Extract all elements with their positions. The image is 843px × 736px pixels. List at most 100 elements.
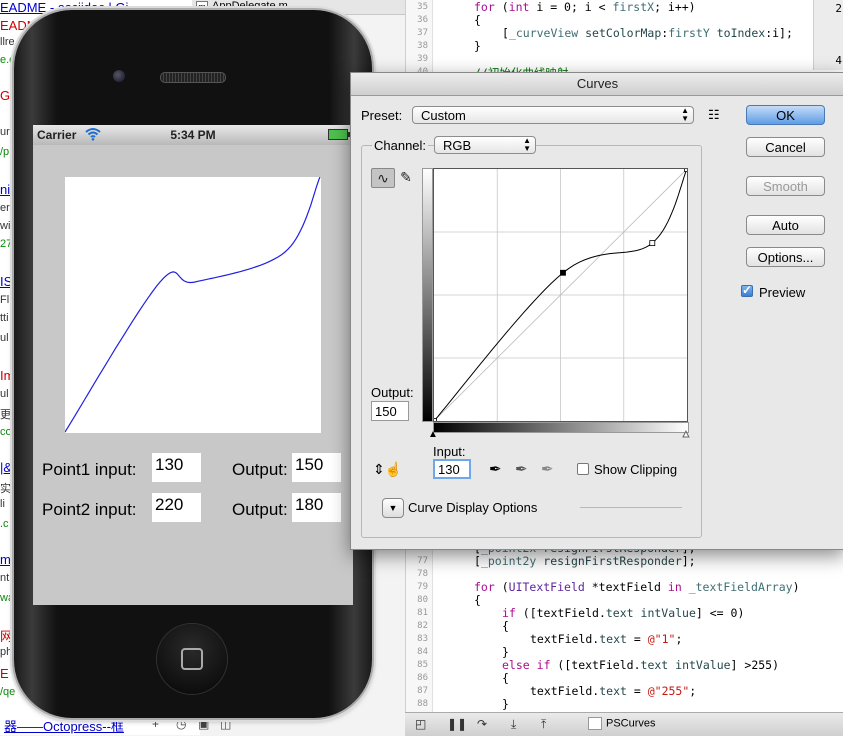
background-browser-text: /p [0, 146, 10, 158]
background-browser-text: ph [0, 646, 13, 658]
line-number: 38 [417, 41, 428, 51]
simulator-screen: Carrier 5:34 PM Point1 input: 130 Output… [33, 125, 353, 605]
input-field[interactable]: 130 [433, 459, 471, 479]
background-browser-text: wa [0, 592, 15, 604]
background-browser-text: wi [0, 220, 11, 232]
code-line: [_curveView setColorMap:firstY toIndex:i… [502, 26, 793, 40]
channel-select[interactable]: RGB ▲ ▼ [434, 136, 536, 154]
strip-digit: 2 [835, 2, 842, 15]
pencil-tool-icon[interactable]: ✎ [395, 168, 417, 186]
debug-scheme-label: PSCurves [606, 717, 656, 730]
code-line: [_point2y resignFirstResponder]; [474, 554, 696, 568]
line-number: 77 [417, 556, 428, 566]
step-out-icon[interactable]: ⤒ [541, 717, 546, 732]
background-browser-text: 27 [0, 238, 13, 250]
background-browser-text[interactable]: IS [0, 274, 12, 289]
point1-label: Point1 input: [42, 460, 137, 479]
black-eyedropper-icon[interactable]: ✒ [489, 460, 502, 478]
background-browser-text[interactable]: ni [0, 182, 10, 197]
code-line: { [474, 13, 481, 27]
hide-debug-area-icon[interactable]: ◰ [415, 717, 426, 731]
iphone-simulator: Carrier 5:34 PM Point1 input: 130 Output… [14, 10, 372, 718]
curve-display-options-disclosure-icon[interactable]: ▼ [382, 498, 404, 518]
line-number: 37 [417, 28, 428, 38]
battery-icon [328, 129, 350, 140]
white-eyedropper-icon[interactable]: ✒ [541, 460, 554, 478]
black-point-slider-icon[interactable]: ▲ [428, 429, 438, 440]
preset-label: Preset: [361, 108, 403, 123]
ok-button[interactable]: OK [746, 105, 825, 125]
code-line: { [502, 619, 509, 633]
curve-control-point [560, 269, 566, 276]
cancel-button[interactable]: Cancel [746, 137, 825, 157]
camera-icon [113, 70, 125, 82]
code-line: if ([textField.text intValue] <= 0) [502, 606, 745, 620]
select-arrows-icon: ▲ ▼ [681, 106, 689, 123]
code-line: } [502, 645, 509, 659]
preset-value: Custom [421, 108, 466, 123]
line-number: 79 [417, 582, 428, 592]
background-browser-text: co [0, 426, 12, 438]
code-line: } [502, 697, 509, 711]
background-browser-text: er [0, 202, 10, 214]
line-number: 86 [417, 673, 428, 683]
options-button[interactable]: Options... [746, 247, 825, 267]
channel-label: Channel: [372, 138, 429, 153]
line-number: 87 [417, 686, 428, 696]
background-browser-text: .c [0, 518, 9, 530]
curve-point-tool-icon[interactable]: ∿ [371, 168, 395, 188]
output1-field[interactable]: 150 [292, 453, 341, 482]
preview-checkbox[interactable] [741, 283, 753, 297]
bookmark-icon[interactable]: ▣ [198, 717, 209, 731]
history-icon[interactable]: ◷ [176, 717, 186, 731]
debug-scheme[interactable]: PSCurves [588, 717, 656, 730]
background-browser-text: llre [0, 36, 15, 48]
background-browser-text: e.c [0, 54, 15, 66]
scheme-icon [588, 717, 602, 730]
auto-button[interactable]: Auto [746, 215, 825, 235]
line-number: 81 [417, 608, 428, 618]
background-browser-text[interactable]: m [0, 552, 11, 567]
plus-icon[interactable]: + [152, 717, 159, 731]
on-image-adjust-icon[interactable]: ⇕☝ [373, 461, 402, 478]
background-browser-text: nt [0, 572, 10, 584]
download-icon[interactable]: ◫ [220, 717, 231, 731]
smooth-button[interactable]: Smooth [746, 176, 825, 196]
output2-field[interactable]: 180 [292, 493, 341, 522]
point1-input-field[interactable]: 130 [152, 453, 201, 482]
background-browser-text: E [0, 666, 9, 681]
background-browser-text: ur [0, 126, 10, 138]
pause-icon[interactable]: ❚❚ [447, 717, 467, 731]
preset-options-icon[interactable]: ☷ [708, 107, 720, 123]
gray-eyedropper-icon[interactable]: ✒ [515, 460, 528, 478]
step-into-icon[interactable]: ⤓ [511, 717, 516, 732]
code-line: } [474, 39, 481, 53]
bottom-browser-link[interactable]: 器——Octopress--框 [4, 716, 124, 735]
point2-label: Point2 input: [42, 500, 137, 519]
step-over-icon[interactable]: ↷ [477, 717, 487, 731]
curve-editor-graph[interactable] [433, 168, 688, 422]
preview-label: Preview [759, 285, 806, 300]
simulator-curve-line [65, 177, 321, 433]
curve-view[interactable] [65, 177, 321, 433]
preset-select[interactable]: Custom ▲ ▼ [412, 106, 694, 124]
line-number: 39 [417, 54, 428, 64]
line-number: 36 [417, 15, 428, 25]
white-point-slider-icon[interactable]: ▲ [681, 429, 692, 441]
curve-control-point [684, 169, 687, 172]
options-separator [580, 507, 682, 508]
point2-input-field[interactable]: 220 [152, 493, 201, 522]
background-browser-text: 更 [0, 409, 11, 421]
curves-dialog: Curves Preset: Custom ▲ ▼ ☷ Channel: RGB … [350, 72, 843, 550]
background-browser-text: /qe [0, 686, 16, 698]
show-clipping-checkbox[interactable] [577, 463, 589, 475]
ios-status-bar: Carrier 5:34 PM [33, 125, 353, 145]
output-field[interactable]: 150 [371, 401, 409, 421]
debug-bar: ◰ ❚❚ ↷ ⤓ ⤒ PSCurves [405, 712, 843, 736]
home-button[interactable] [157, 624, 227, 694]
code-line: textField.text = @"255"; [530, 684, 697, 698]
background-browser-text: Fl [0, 294, 10, 306]
curve-control-point [649, 240, 656, 247]
background-browser-text[interactable]: |& [0, 460, 12, 475]
line-number: 78 [417, 569, 428, 579]
